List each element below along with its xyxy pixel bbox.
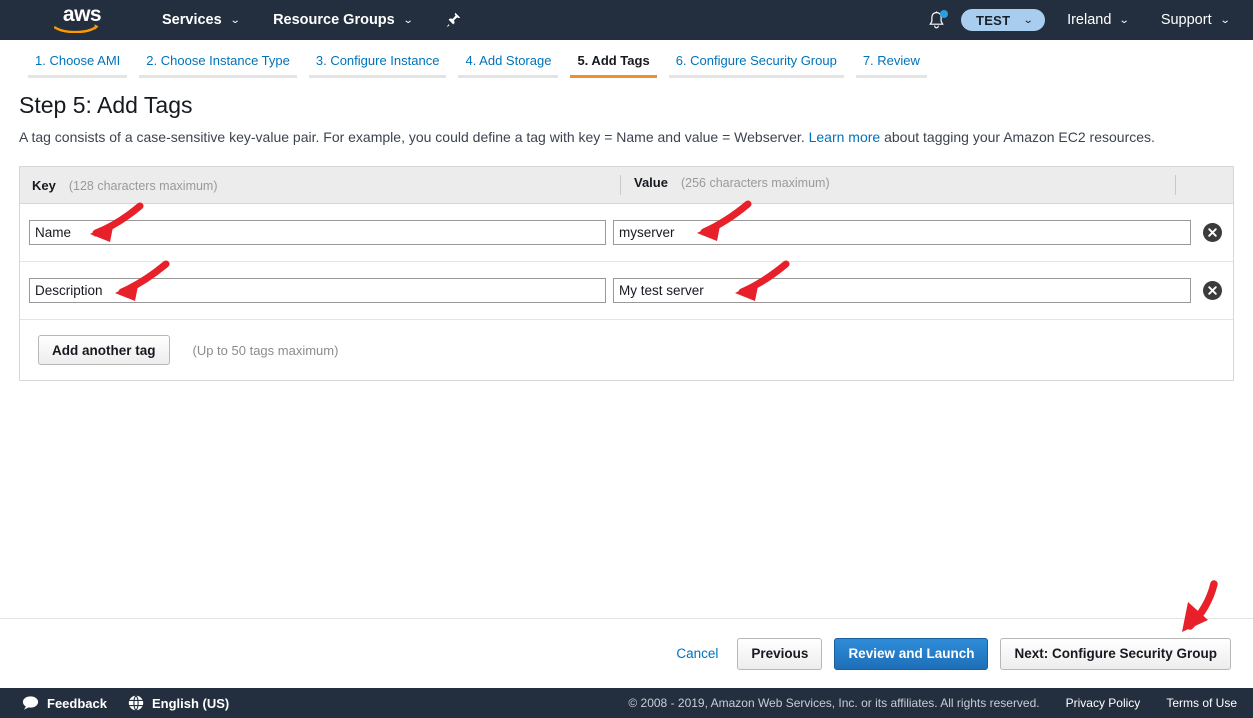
wizard-action-bar: Cancel Previous Review and Launch Next: … [0,618,1253,688]
speech-bubble-icon [22,696,39,710]
nav-item-resource-groups-label: Resource Groups [273,12,395,28]
tags-table-footer: Add another tag (Up to 50 tags maximum) [20,320,1233,380]
tags-table-header-value: Value (256 characters maximum) [620,175,1175,195]
table-row [20,262,1233,320]
tag-value-cell [606,278,1191,303]
feedback-button[interactable]: Feedback [22,696,107,711]
nav-item-services[interactable]: Services ⌄ [152,0,249,40]
copyright-text: © 2008 - 2019, Amazon Web Services, Inc.… [628,696,1040,710]
value-column-label: Value [634,175,668,190]
support-menu-button[interactable]: Support ⌄ [1151,0,1239,40]
support-menu-label: Support [1160,12,1212,28]
top-navigation-bar: aws Services ⌄ Resource Groups ⌄ TEST ⌄ … [0,0,1253,40]
chevron-down-icon: ⌄ [229,14,241,26]
page-title: Step 5: Add Tags [19,92,193,118]
language-label: English (US) [151,695,230,711]
language-button[interactable]: English (US) [128,695,229,711]
add-another-tag-hint: (Up to 50 tags maximum) [192,342,339,358]
tag-delete-cell [1191,223,1233,242]
tags-table-header: Key (128 characters maximum) Value (256 … [20,167,1233,204]
page-footer: Feedback English (US) © 2008 - 2019, Ama… [0,688,1253,718]
page-description-text-before: A tag consists of a case-sensitive key-v… [19,129,809,145]
region-menu-label: Ireland [1067,12,1112,28]
account-menu-label: TEST [975,12,1011,28]
tag-value-input-1[interactable] [613,220,1191,245]
add-another-tag-button[interactable]: Add another tag [38,335,170,365]
notifications-button[interactable] [923,0,951,40]
page-description-text-after: about tagging your Amazon EC2 resources. [880,129,1155,145]
tab-add-tags[interactable]: 5. Add Tags [564,40,662,78]
tag-key-cell [20,220,606,245]
tab-review[interactable]: 7. Review [850,40,933,78]
tags-table-header-delete [1175,175,1233,195]
tag-key-input-1[interactable] [29,220,606,245]
key-column-hint: (128 characters maximum) [68,178,218,193]
chevron-down-icon: ⌄ [1119,14,1131,26]
page-description: A tag consists of a case-sensitive key-v… [19,128,1253,146]
tag-value-cell [606,220,1191,245]
footer-left: Feedback English (US) [0,695,229,711]
nav-item-services-label: Services [162,12,222,28]
tag-delete-cell [1191,281,1233,300]
key-column-label: Key [32,177,56,193]
footer-right: © 2008 - 2019, Amazon Web Services, Inc.… [628,696,1253,710]
pushpin-button[interactable] [442,0,464,40]
privacy-policy-link[interactable]: Privacy Policy [1066,696,1141,710]
tab-choose-instance-type[interactable]: 2. Choose Instance Type [133,40,303,78]
top-navigation-right: TEST ⌄ Ireland ⌄ Support ⌄ [923,0,1253,40]
chevron-down-icon: ⌄ [402,14,414,26]
region-menu-button[interactable]: Ireland ⌄ [1057,0,1139,40]
tag-value-input-2[interactable] [613,278,1191,303]
aws-logo[interactable]: aws [49,4,115,35]
tab-configure-security-group[interactable]: 6. Configure Security Group [663,40,850,78]
tag-key-cell [20,278,606,303]
account-menu-button[interactable]: TEST ⌄ [960,9,1046,31]
tag-key-input-2[interactable] [29,278,606,303]
delete-tag-button-2[interactable] [1202,281,1222,300]
tags-table: Key (128 characters maximum) Value (256 … [19,166,1234,381]
aws-logo-smile-icon [54,24,99,33]
globe-icon [128,695,144,711]
tab-configure-instance[interactable]: 3. Configure Instance [303,40,453,78]
table-row [20,204,1233,262]
wizard-step-tabs: 1. Choose AMI 2. Choose Instance Type 3.… [0,40,1253,80]
next-configure-security-group-button[interactable]: Next: Configure Security Group [1000,637,1231,670]
tab-add-storage[interactable]: 4. Add Storage [452,40,564,78]
tags-table-header-key: Key (128 characters maximum) [20,178,620,193]
previous-button[interactable]: Previous [737,637,823,670]
learn-more-link[interactable]: Learn more [809,129,881,145]
tab-choose-ami[interactable]: 1. Choose AMI [22,40,133,78]
value-column-hint: (256 characters maximum) [680,176,830,190]
nav-item-resource-groups[interactable]: Resource Groups ⌄ [263,0,422,40]
chevron-down-icon: ⌄ [1023,14,1035,26]
pushpin-icon [446,12,460,28]
terms-of-use-link[interactable]: Terms of Use [1166,696,1237,710]
notifications-unread-dot [939,10,948,18]
chevron-down-icon: ⌄ [1219,14,1231,26]
review-and-launch-button[interactable]: Review and Launch [834,637,989,670]
feedback-label: Feedback [47,695,107,711]
main-content: Step 5: Add Tags A tag consists of a cas… [0,80,1253,381]
delete-tag-button-1[interactable] [1202,223,1222,242]
cancel-button[interactable]: Cancel [676,646,718,661]
delete-circle-icon [1207,286,1217,295]
delete-circle-icon [1207,228,1217,237]
